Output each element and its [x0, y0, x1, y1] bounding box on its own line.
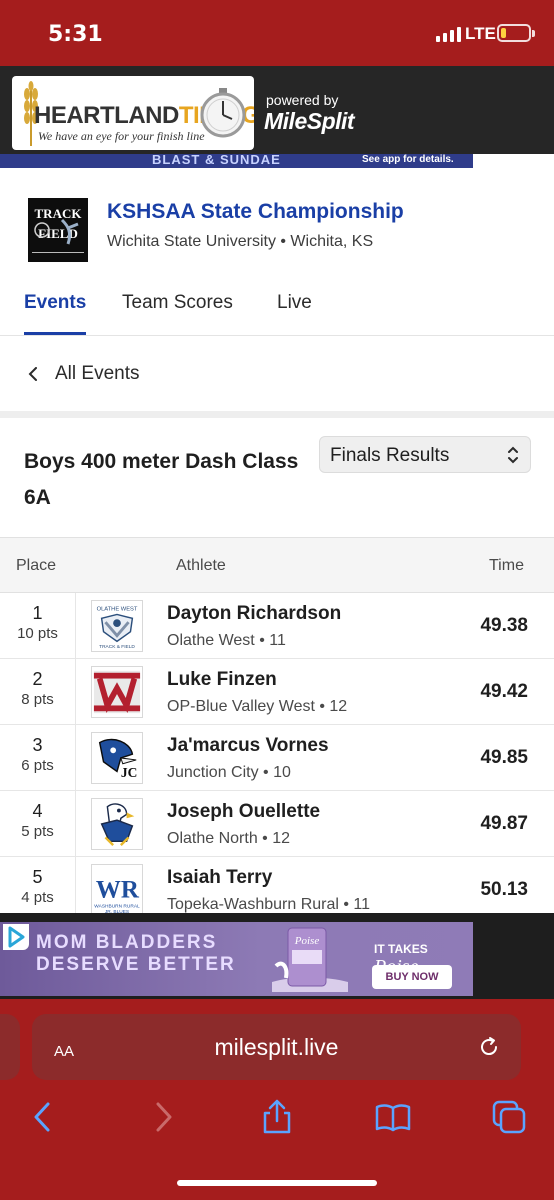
place-points: 5 pts: [21, 823, 54, 840]
place-cell: 1 10 pts: [0, 593, 76, 659]
svg-text:WR: WR: [96, 877, 140, 904]
top-ad-details: See app for details.: [362, 154, 454, 165]
result-time: 49.85: [480, 747, 528, 768]
column-header-place: Place: [16, 557, 57, 574]
bottom-ad-banner[interactable]: MOM BLADDERS DESERVE BETTER Poise IT TAK…: [0, 922, 473, 996]
athlete-school: Olathe West • 11: [167, 632, 286, 649]
round-select[interactable]: Finals Results: [319, 436, 531, 473]
result-time: 50.13: [480, 879, 528, 900]
place-points: 10 pts: [17, 625, 58, 642]
olathe-west-logo: OLATHE WEST TRACK & FIELD: [91, 600, 143, 652]
status-time: 5:31: [48, 22, 103, 47]
athlete-school: Junction City • 10: [167, 764, 291, 781]
athlete-school: Olathe North • 12: [167, 830, 290, 847]
chevron-up-down-icon: [508, 446, 518, 464]
athlete-school: Topeka-Washburn Rural • 11: [167, 896, 371, 913]
poise-product-image: Poise: [272, 927, 348, 992]
browser-nav: [0, 1099, 554, 1139]
tab-events[interactable]: Events: [24, 292, 86, 314]
meet-location: Wichita State University • Wichita, KS: [107, 233, 374, 250]
place-points: 4 pts: [21, 889, 54, 906]
tab-live[interactable]: Live: [277, 292, 312, 314]
table-row[interactable]: 1 10 pts OLATHE WEST TRACK & FIELD Dayto…: [0, 593, 554, 659]
olathe-north-logo: [91, 798, 143, 850]
column-header-athlete: Athlete: [176, 557, 226, 574]
buy-now-button[interactable]: BUY NOW: [372, 965, 452, 989]
result-time: 49.38: [480, 615, 528, 636]
home-indicator: [177, 1180, 377, 1186]
adchoices-icon[interactable]: [3, 924, 29, 950]
svg-text:TRACK & FIELD: TRACK & FIELD: [99, 644, 135, 650]
status-bar: 5:31 LTE: [0, 0, 554, 66]
place-points: 8 pts: [21, 691, 54, 708]
svg-text:WASHBURN RURAL: WASHBURN RURAL: [94, 903, 140, 909]
place-points: 6 pts: [21, 757, 54, 774]
results-table: Place Athlete Time 1 10 pts OLATHE WEST …: [0, 537, 554, 923]
network-type: LTE: [465, 24, 496, 43]
reload-icon[interactable]: [477, 1035, 501, 1059]
place-cell: 4 5 pts: [0, 791, 76, 857]
place-cell: 2 8 pts: [0, 659, 76, 725]
battery-level: [501, 28, 506, 38]
place-number: 4: [32, 801, 43, 821]
ad-headline-line1: MOM BLADDERS: [36, 932, 218, 953]
svg-text:JC: JC: [121, 765, 137, 780]
athlete-name[interactable]: Luke Finzen: [167, 669, 277, 691]
all-events-label: All Events: [55, 363, 140, 384]
event-title: Boys 400 meter Dash Class 6A: [24, 450, 299, 509]
table-row[interactable]: 3 6 pts JC Ja'marcus Vornes Junction Cit…: [0, 725, 554, 791]
junction-city-logo: JC: [91, 732, 143, 784]
ad-headline-line2: DESERVE BETTER: [36, 954, 236, 975]
chevron-left-icon: [28, 367, 37, 381]
track-and-field-logo: TRACK FIELD: [28, 198, 88, 262]
table-row[interactable]: 4 5 pts Joseph Ouellette Olathe North • …: [0, 791, 554, 857]
url-text[interactable]: milesplit.live: [32, 1034, 521, 1061]
athlete-name[interactable]: Ja'marcus Vornes: [167, 735, 329, 757]
meet-title[interactable]: KSHSAA State Championship: [107, 200, 404, 224]
athlete-name[interactable]: Joseph Ouellette: [167, 801, 320, 823]
svg-text:FIELD: FIELD: [38, 226, 78, 241]
section-divider: [0, 411, 554, 418]
result-time: 49.87: [480, 813, 528, 834]
athlete-name[interactable]: Dayton Richardson: [167, 603, 341, 625]
meet-tabs: Events Team Scores Live: [0, 280, 554, 336]
result-time: 49.42: [480, 681, 528, 702]
previous-tab-peek[interactable]: [0, 1014, 20, 1080]
washburn-rural-logo: WR WASHBURN RURAL JR. BLUES: [91, 864, 143, 916]
battery-icon: [497, 24, 535, 42]
athlete-school: OP-Blue Valley West • 12: [167, 698, 348, 715]
stopwatch-icon: [200, 88, 246, 138]
heartland-timing-logo[interactable]: HEARTLANDTIMING We have an eye for your …: [12, 76, 254, 150]
athlete-name[interactable]: Isaiah Terry: [167, 867, 272, 889]
place-cell: 3 6 pts: [0, 725, 76, 791]
top-ad-banner[interactable]: BLAST & SUNDAE See app for details.: [0, 154, 473, 168]
back-icon[interactable]: [26, 1099, 62, 1135]
tab-team-scores[interactable]: Team Scores: [122, 292, 233, 314]
powered-by-label: powered by: [266, 92, 339, 108]
place-number: 1: [32, 603, 43, 623]
svg-text:OLATHE WEST: OLATHE WEST: [97, 607, 138, 613]
address-bar[interactable]: AA milesplit.live: [32, 1014, 521, 1080]
cellular-signal-icon: [436, 26, 461, 42]
place-number: 5: [32, 867, 43, 887]
round-select-value: Finals Results: [330, 445, 450, 466]
active-tab-indicator: [24, 332, 86, 335]
table-row[interactable]: 2 8 pts Luke Finzen OP-Blue Valley West …: [0, 659, 554, 725]
place-number: 2: [32, 669, 43, 689]
milesplit-logo[interactable]: MileSplit: [264, 108, 355, 135]
top-ad-text: BLAST & SUNDAE: [152, 154, 281, 167]
column-header-time: Time: [489, 557, 524, 574]
svg-text:Poise: Poise: [294, 935, 320, 947]
tabs-icon[interactable]: [491, 1099, 527, 1135]
forward-icon[interactable]: [144, 1099, 180, 1135]
table-header: Place Athlete Time: [0, 537, 554, 593]
blue-valley-west-logo: [91, 666, 143, 718]
place-number: 3: [32, 735, 43, 755]
browser-toolbar: AA milesplit.live: [0, 999, 554, 1200]
heartland-tagline: We have an eye for your finish line: [38, 129, 205, 143]
all-events-link[interactable]: All Events: [0, 337, 554, 411]
bookmarks-icon[interactable]: [375, 1099, 411, 1135]
share-icon[interactable]: [259, 1099, 295, 1135]
svg-text:TRACK: TRACK: [35, 206, 83, 221]
